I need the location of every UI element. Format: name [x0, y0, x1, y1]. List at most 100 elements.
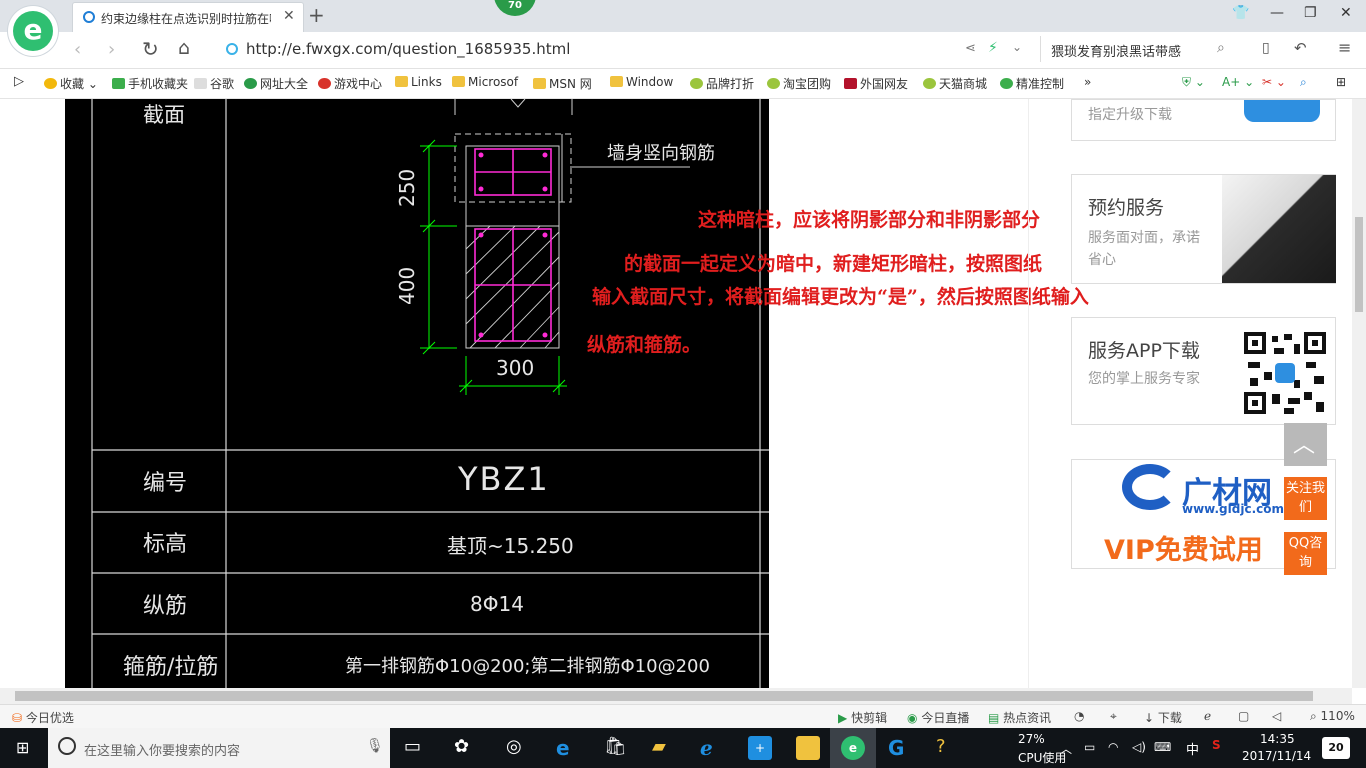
- bookmark-microsoft[interactable]: Microsof: [452, 75, 518, 89]
- horizontal-scroll-thumb[interactable]: [15, 691, 1313, 701]
- bookmark-google[interactable]: 谷歌: [194, 75, 234, 92]
- mute-icon[interactable]: ◁: [1272, 709, 1281, 723]
- sogou-icon[interactable]: S: [1212, 738, 1221, 752]
- wifi-icon[interactable]: ◠: [1108, 740, 1118, 754]
- bookmark-precise[interactable]: 精准控制: [1000, 75, 1064, 92]
- search-tool-icon[interactable]: ⌕: [1300, 75, 1307, 90]
- windows-start-icon[interactable]: ⊞: [16, 738, 29, 757]
- notification-badge[interactable]: 70: [494, 0, 536, 16]
- bookmark-msn[interactable]: MSN 网: [533, 75, 592, 92]
- battery-icon[interactable]: ▭: [1084, 740, 1095, 754]
- search-field[interactable]: 猥琐发育别浪黑话带感 ⌕: [1040, 36, 1241, 62]
- bookmark-links[interactable]: Links: [395, 75, 442, 89]
- bookmark-favorites[interactable]: 收藏 ⌄: [44, 75, 98, 92]
- clock-time[interactable]: 14:35: [1260, 732, 1295, 746]
- row-label-longitudinal: 纵筋: [143, 594, 188, 619]
- refresh-icon[interactable]: ↻: [142, 37, 159, 61]
- follow-us-button[interactable]: 关注我们: [1284, 477, 1327, 520]
- pinwheel-app-icon[interactable]: ✿: [454, 736, 478, 760]
- restore-icon[interactable]: ❐: [1304, 5, 1317, 21]
- appointment-subtitle: 服务面对面，承诺省心: [1088, 230, 1200, 268]
- close-tab-icon[interactable]: ✕: [283, 8, 295, 24]
- more-bookmarks-icon[interactable]: »: [1084, 75, 1091, 89]
- file-explorer-icon[interactable]: ▰: [652, 736, 676, 760]
- row-value-id: YBZ1: [458, 460, 550, 498]
- lightning-icon[interactable]: ⚡: [988, 40, 998, 56]
- hot-news-item[interactable]: ▤ 热点资讯: [988, 709, 1051, 726]
- zoom-level[interactable]: ⌕ 110%: [1310, 709, 1355, 724]
- home-icon[interactable]: ⌂: [178, 37, 190, 59]
- back-icon[interactable]: ‹: [74, 39, 81, 60]
- shirt-icon[interactable]: 👕: [1232, 5, 1249, 21]
- app-download-subtitle: 您的掌上服务专家: [1088, 371, 1200, 387]
- clock-date[interactable]: 2017/11/14: [1242, 749, 1311, 763]
- taskbar-search-box[interactable]: 在这里输入你要搜索的内容 🎙: [48, 728, 390, 768]
- url-field[interactable]: http://e.fwxgx.com/question_1685935.html: [220, 36, 1020, 62]
- row-label-stirrup: 箍筋/拉筋: [123, 655, 219, 680]
- quick-edit-item[interactable]: ▶ 快剪辑: [838, 709, 887, 726]
- phone-icon[interactable]: ▯: [1262, 40, 1270, 56]
- forward-icon[interactable]: ›: [108, 39, 115, 60]
- task-view-icon[interactable]: ▭: [404, 736, 428, 760]
- chevron-down-icon[interactable]: ⌄: [1012, 40, 1022, 54]
- g-app-icon[interactable]: G: [888, 736, 912, 760]
- ie-mode-icon[interactable]: ℯ: [1204, 709, 1211, 723]
- status-bar: ⛁ 今日优选 ▶ 快剪辑 ◉ 今日直播 ▤ 热点资讯 ◔ ⌖ ↓ 下载 ℯ ▢ …: [0, 704, 1366, 729]
- bookmark-hao[interactable]: 网址大全: [244, 75, 308, 92]
- bookmark-windows[interactable]: Window: [610, 75, 673, 89]
- live-today-item[interactable]: ◉ 今日直播: [907, 709, 969, 726]
- bookmark-mobile[interactable]: 手机收藏夹: [112, 75, 188, 92]
- wall-rebar-label: 墙身竖向钢筋: [607, 143, 715, 164]
- back-to-top-button[interactable]: ︿: [1284, 423, 1327, 466]
- horizontal-scrollbar[interactable]: [0, 688, 1352, 704]
- daily-picks-item[interactable]: ⛁ 今日优选: [12, 709, 74, 726]
- microphone-icon[interactable]: 🎙: [366, 738, 384, 754]
- tray-expand-icon[interactable]: ︿: [1060, 740, 1072, 757]
- store-icon[interactable]: 🛍: [604, 736, 628, 760]
- bookmark-games[interactable]: 游戏中心: [318, 75, 382, 92]
- ime-indicator[interactable]: 中: [1186, 739, 1199, 758]
- new-tab-button[interactable]: +: [308, 3, 325, 27]
- browser-logo[interactable]: e: [8, 6, 58, 56]
- section-label: 截面: [143, 103, 185, 127]
- keyboard-icon[interactable]: ⌨: [1154, 740, 1171, 754]
- app-download-card[interactable]: 服务APP下载 您的掌上服务专家: [1071, 317, 1336, 425]
- search-icon[interactable]: ⌕: [1217, 40, 1225, 56]
- notification-center-badge[interactable]: 20: [1322, 737, 1350, 759]
- vertical-scroll-thumb[interactable]: [1355, 217, 1363, 312]
- pin-icon[interactable]: ⌖: [1110, 709, 1117, 724]
- bookmark-brand-discount[interactable]: 品牌打折: [690, 75, 754, 92]
- edge-icon[interactable]: e: [556, 736, 580, 760]
- bookmark-tmall[interactable]: 天猫商城: [923, 75, 987, 92]
- speed-icon[interactable]: ◔: [1074, 709, 1084, 723]
- browser-tab[interactable]: 约束边缘柱在点选识别时拉筋在哪 ✕: [72, 2, 304, 33]
- window-icon[interactable]: ▢: [1238, 709, 1249, 723]
- sidebar-toggle-icon[interactable]: ▷: [14, 74, 24, 89]
- vertical-scrollbar[interactable]: [1352, 99, 1366, 688]
- qq-consult-button[interactable]: QQ咨询: [1284, 532, 1327, 575]
- share-icon[interactable]: ⋖: [965, 41, 976, 56]
- bookmark-taobao[interactable]: 淘宝团购: [767, 75, 831, 92]
- appointment-service-card[interactable]: 预约服务 服务面对面，承诺省心: [1071, 174, 1336, 284]
- apps-icon[interactable]: ⊞: [1336, 75, 1346, 89]
- row-label-id: 编号: [143, 471, 188, 496]
- sync-app-icon[interactable]: ◎: [506, 736, 530, 760]
- help-app-icon[interactable]: ?: [936, 736, 960, 760]
- undo-icon[interactable]: ↶: [1294, 39, 1307, 57]
- cortana-icon: [58, 737, 76, 755]
- minimize-icon[interactable]: —: [1270, 5, 1284, 21]
- menu-icon[interactable]: ≡: [1338, 38, 1351, 57]
- scissors-icon[interactable]: ✂ ⌄: [1262, 75, 1286, 89]
- notes-app-icon[interactable]: [796, 736, 820, 760]
- close-window-icon[interactable]: ✕: [1340, 5, 1352, 21]
- translate-icon[interactable]: A+ ⌄: [1222, 75, 1254, 89]
- shield-icon[interactable]: ⛨ ⌄: [1182, 75, 1205, 90]
- download-item[interactable]: ↓ 下载: [1144, 709, 1182, 726]
- volume-icon[interactable]: ◁): [1132, 740, 1146, 754]
- active-browser-taskbar-item[interactable]: e: [830, 728, 876, 768]
- plus-app-icon[interactable]: +: [748, 736, 772, 760]
- internet-explorer-icon[interactable]: ℯ: [700, 736, 724, 760]
- upgrade-download-card[interactable]: 指定升级下载: [1071, 99, 1336, 141]
- bookmark-foreign[interactable]: 外国网友: [844, 75, 908, 92]
- content-divider: [1028, 99, 1029, 688]
